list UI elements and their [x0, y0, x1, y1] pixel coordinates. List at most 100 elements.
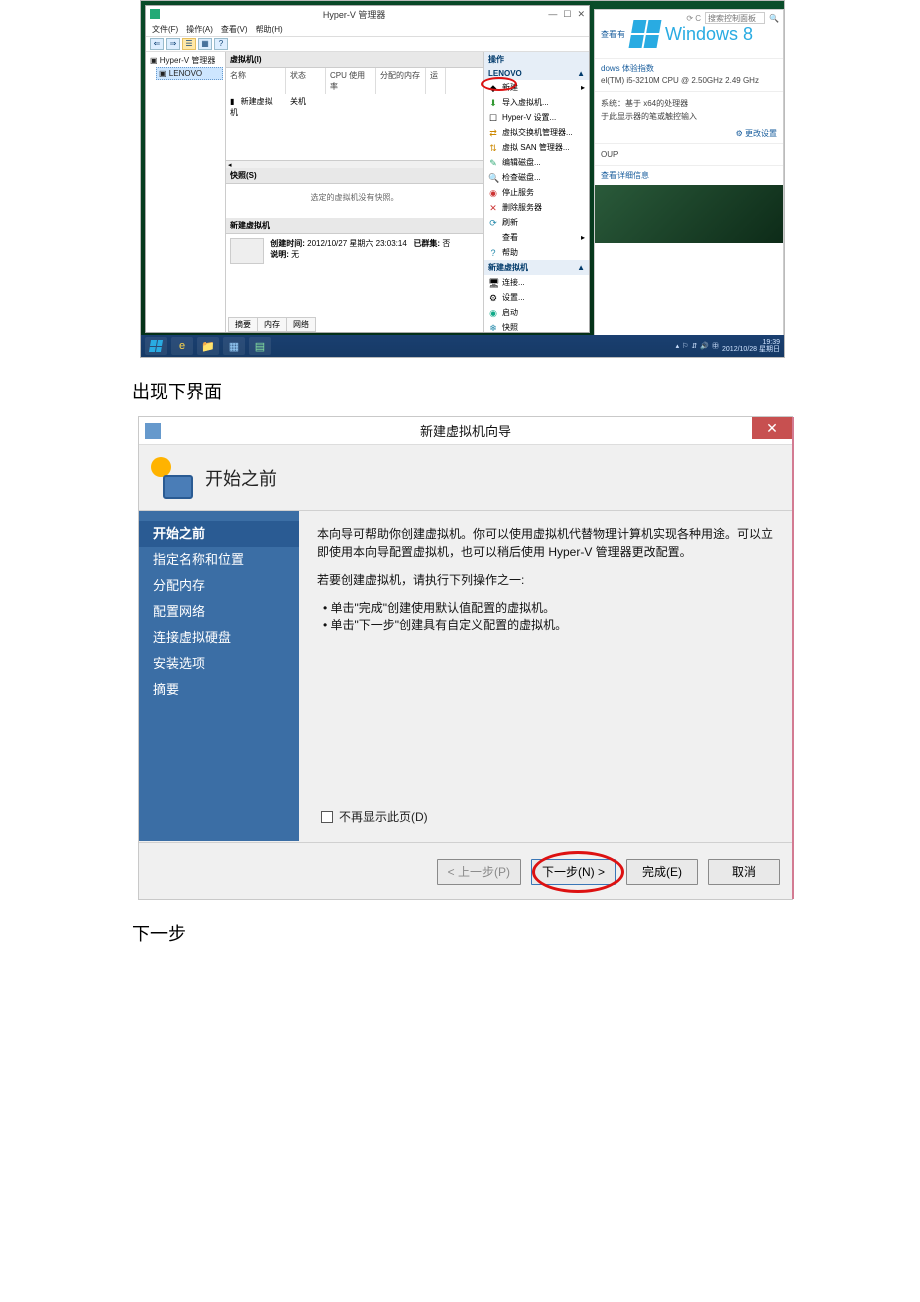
snapshot-empty-text: 选定的虚拟机没有快照。	[226, 184, 483, 211]
action-view[interactable]: 查看▸	[484, 230, 589, 245]
menu-file[interactable]: 文件(F)	[152, 24, 178, 35]
wizard-bullet-next: 单击"下一步"创建具有自定义配置的虚拟机。	[323, 616, 774, 633]
taskbar-app-icon[interactable]: ▤	[249, 337, 271, 355]
action-help[interactable]: ?帮助	[484, 245, 589, 260]
action-inspect-disk[interactable]: 🔍检查磁盘...	[484, 170, 589, 185]
vm-row-name: ▮ 新建虚拟机	[226, 94, 286, 120]
action-vswitch-mgr[interactable]: ⇄虚拟交换机管理器...	[484, 125, 589, 140]
step-install-options[interactable]: 安装选项	[153, 651, 299, 677]
wizard-steps-sidebar: 开始之前 指定名称和位置 分配内存 配置网络 连接虚拟硬盘 安装选项 摘要	[139, 511, 299, 841]
menu-view[interactable]: 查看(V)	[221, 24, 248, 35]
toolbar-btn[interactable]: ▦	[198, 38, 212, 50]
collapse-icon[interactable]: ▲	[577, 263, 585, 272]
app-icon	[150, 9, 160, 19]
finish-button[interactable]: 完成(E)	[626, 859, 698, 885]
col-name[interactable]: 名称	[226, 68, 286, 94]
nav-back-button[interactable]: ⇐	[150, 38, 164, 50]
col-mem[interactable]: 分配的内存	[376, 68, 426, 94]
vm-action-connect[interactable]: 🖥连接...	[484, 275, 589, 290]
tray-volume-icon[interactable]: 🔊	[700, 342, 709, 350]
vm-pane-header: 虚拟机(I)	[226, 52, 483, 68]
menu-help[interactable]: 帮助(H)	[256, 24, 283, 35]
control-panel-search-input[interactable]	[705, 12, 765, 24]
action-remove-server[interactable]: ✕删除服务器	[484, 200, 589, 215]
menu-action[interactable]: 操作(A)	[186, 24, 213, 35]
toolbar: ⇐ ⇒ ☰ ▦ ?	[146, 36, 589, 52]
dont-show-again-checkbox[interactable]: 不再显示此页(D)	[321, 808, 428, 825]
wizard-title: 新建虚拟机向导	[420, 421, 511, 440]
step-assign-memory[interactable]: 分配内存	[153, 573, 299, 599]
details-link[interactable]: 查看详细信息	[601, 170, 777, 181]
hyperv-manager-window: Hyper-V 管理器 — ☐ ✕ 文件(F) 操作(A) 查看(V) 帮助(H…	[145, 5, 590, 333]
vm-action-settings[interactable]: ⚙设置...	[484, 290, 589, 305]
taskbar-clock[interactable]: 19:392012/10/28 星期日	[722, 339, 780, 353]
tray-up-icon[interactable]: ▴	[676, 342, 680, 350]
workgroup-text: OUP	[601, 150, 777, 159]
col-state[interactable]: 状态	[286, 68, 326, 94]
wizard-banner-icon	[151, 457, 193, 499]
action-vsan-mgr[interactable]: ⇅虚拟 SAN 管理器...	[484, 140, 589, 155]
action-edit-disk[interactable]: ✎编辑磁盘...	[484, 155, 589, 170]
tab-network[interactable]: 网络	[286, 317, 316, 332]
vm-grid: 名称 状态 CPU 使用率 分配的内存 运 ▮ 新建虚拟机 关机 ◂	[226, 68, 483, 168]
step-before-you-begin[interactable]: 开始之前	[139, 521, 299, 547]
taskbar-explorer-icon[interactable]: 📁	[197, 337, 219, 355]
text-fragment: 查看有	[601, 29, 625, 40]
notes-label: 说明: 无	[270, 250, 299, 259]
actions-title: 操作	[484, 52, 589, 67]
vm-action-start[interactable]: ◉启动	[484, 305, 589, 320]
tab-summary[interactable]: 摘要	[228, 317, 258, 332]
minimize-button[interactable]: —	[548, 9, 557, 20]
step-config-network[interactable]: 配置网络	[153, 599, 299, 625]
checkbox-icon[interactable]	[321, 811, 333, 823]
close-button[interactable]: ✕	[577, 9, 585, 20]
vm-thumbnail	[230, 238, 264, 264]
next-button[interactable]: 下一步(N) >	[531, 859, 616, 885]
search-icon[interactable]: 🔍	[769, 14, 779, 23]
new-vm-wizard-window: 新建虚拟机向导 ✕ 开始之前 开始之前 指定名称和位置 分配内存 配置网络 连接…	[138, 416, 793, 900]
change-settings-link[interactable]: ⚙ 更改设置	[601, 128, 777, 139]
tree-host-selected[interactable]: ▣ LENOVO	[156, 67, 223, 80]
tray-ime-icon[interactable]: ㊥	[712, 341, 719, 351]
action-hyperv-settings[interactable]: ☐Hyper-V 设置...	[484, 110, 589, 125]
step-summary[interactable]: 摘要	[153, 677, 299, 703]
step-name-location[interactable]: 指定名称和位置	[153, 547, 299, 573]
system-tray: ▴ ⚐ ⇵ 🔊 ㊥ 19:392012/10/28 星期日	[676, 339, 780, 353]
taskbar-app-icon[interactable]: ▦	[223, 337, 245, 355]
close-button[interactable]: ✕	[752, 417, 792, 439]
action-import-vm[interactable]: ⬇导入虚拟机...	[484, 95, 589, 110]
center-panes: 虚拟机(I) 名称 状态 CPU 使用率 分配的内存 运 ▮ 新建虚拟机 关机	[226, 52, 483, 332]
vm-row[interactable]: ▮ 新建虚拟机 关机	[226, 94, 483, 120]
actions-pane: 操作 LENOVO▲ ◆新建▸ ⬇导入虚拟机... ☐Hyper-V 设置...…	[483, 52, 589, 332]
nav-fwd-button[interactable]: ⇒	[166, 38, 180, 50]
snapshot-pane-header: 快照(S)	[226, 168, 483, 184]
section-header: dows 体验指数	[601, 63, 777, 74]
step-connect-vhd[interactable]: 连接虚拟硬盘	[153, 625, 299, 651]
tab-memory[interactable]: 内存	[257, 317, 287, 332]
actions-vm-header: 新建虚拟机▲	[484, 260, 589, 275]
cancel-button[interactable]: 取消	[708, 859, 780, 885]
action-new[interactable]: ◆新建▸	[484, 80, 589, 95]
wizard-button-row: < 上一步(P) 下一步(N) > 完成(E) 取消	[437, 859, 780, 885]
taskbar-ie-icon[interactable]: e	[171, 337, 193, 355]
tree-root[interactable]: ▣ Hyper-V 管理器	[148, 54, 223, 67]
maximize-button[interactable]: ☐	[563, 9, 571, 20]
refresh-indicator: ⟳ C	[686, 14, 701, 23]
hscroll[interactable]: ◂	[226, 160, 483, 168]
wizard-instruction-text: 若要创建虚拟机，请执行下列操作之一:	[317, 571, 774, 589]
details-pane: 创建时间: 2012/10/27 星期六 23:03:14 已群集: 否 说明:…	[226, 234, 483, 290]
col-uptime[interactable]: 运	[426, 68, 446, 94]
tray-network-icon[interactable]: ⇵	[691, 342, 697, 350]
cpu-spec-text: el(TM) i5-3210M CPU @ 2.50GHz 2.49 GHz	[601, 76, 777, 85]
vm-action-snapshot[interactable]: ❄快照	[484, 320, 589, 335]
menubar: 文件(F) 操作(A) 查看(V) 帮助(H)	[146, 22, 589, 36]
collapse-icon[interactable]: ▲	[577, 69, 585, 78]
window-title: Hyper-V 管理器	[160, 8, 548, 21]
start-button[interactable]	[145, 337, 167, 355]
tray-flag-icon[interactable]: ⚐	[682, 342, 688, 350]
action-stop-service[interactable]: ◉停止服务	[484, 185, 589, 200]
toolbar-btn[interactable]: ?	[214, 38, 228, 50]
col-cpu[interactable]: CPU 使用率	[326, 68, 376, 94]
action-refresh[interactable]: ⟳刷新	[484, 215, 589, 230]
toolbar-btn[interactable]: ☰	[182, 38, 196, 50]
